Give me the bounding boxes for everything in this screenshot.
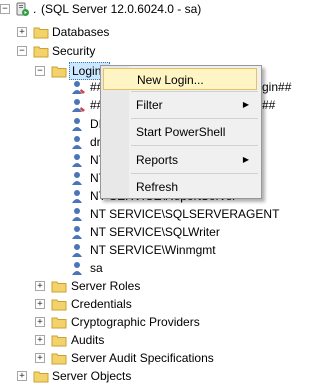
user-icon	[72, 118, 82, 131]
menu-item-label: Refresh	[136, 180, 179, 194]
menu-item-start-powershell[interactable]: Start PowerShell	[103, 121, 257, 143]
user-icon	[72, 208, 82, 221]
menu-item-reports[interactable]: Reports ▶	[103, 149, 257, 171]
tree-node-server-objects[interactable]: + Server Objects	[0, 367, 307, 385]
user-icon	[72, 81, 85, 94]
expand-toggle-icon[interactable]: +	[35, 353, 45, 363]
user-icon	[72, 99, 85, 112]
login-label: NT SERVICE\SQLWriter	[90, 225, 220, 239]
credentials-label: Credentials	[71, 297, 132, 311]
server-audit-specifications-label: Server Audit Specifications	[71, 351, 214, 365]
menu-item-label: Reports	[136, 153, 179, 167]
collapse-toggle-icon[interactable]: −	[0, 4, 10, 14]
login-label: sa	[90, 261, 103, 275]
menu-separator	[131, 118, 258, 119]
folder-icon	[51, 299, 67, 311]
submenu-arrow-icon: ▶	[242, 100, 249, 109]
folder-icon	[33, 371, 49, 383]
menu-item-new-login[interactable]: New Login...	[103, 68, 257, 90]
user-icon	[72, 136, 82, 149]
menu-item-label: Start PowerShell	[136, 125, 226, 139]
user-icon	[72, 154, 82, 167]
login-item[interactable]: NT SERVICE\Winmgmt	[0, 241, 307, 259]
menu-separator	[131, 91, 258, 92]
folder-icon	[51, 317, 67, 329]
login-item[interactable]: NT SERVICE\SQLWriter	[0, 223, 307, 241]
user-icon	[72, 226, 82, 239]
expand-toggle-icon[interactable]: +	[35, 335, 45, 345]
collapse-toggle-icon[interactable]: −	[35, 66, 45, 76]
folder-icon	[33, 27, 49, 39]
cryptographic-providers-label: Cryptographic Providers	[71, 315, 200, 329]
login-item[interactable]: NT SERVICE\SQLSERVERAGENT	[0, 205, 307, 223]
tree-node-credentials[interactable]: + Credentials	[0, 295, 307, 313]
login-label: NT SERVICE\SQLSERVERAGENT	[90, 207, 280, 221]
menu-item-refresh[interactable]: Refresh	[103, 176, 257, 198]
menu-item-label: Filter	[136, 98, 163, 112]
databases-label: Databases	[52, 25, 110, 39]
expand-toggle-icon[interactable]: +	[35, 317, 45, 327]
server-icon	[16, 2, 29, 16]
login-label-tail: ##	[262, 98, 276, 112]
audits-label: Audits	[71, 333, 105, 347]
expand-toggle-icon[interactable]: +	[17, 27, 27, 37]
user-icon	[72, 244, 82, 257]
security-label: Security	[52, 44, 96, 58]
tree-node-audits[interactable]: + Audits	[0, 331, 307, 349]
tree-node-server-audit-specifications[interactable]: + Server Audit Specifications	[0, 349, 307, 367]
server-objects-label: Server Objects	[52, 369, 132, 383]
tree-node-server-roles[interactable]: + Server Roles	[0, 277, 307, 295]
collapse-toggle-icon[interactable]: −	[17, 46, 27, 56]
menu-separator	[131, 173, 258, 174]
folder-icon	[51, 281, 67, 293]
menu-item-filter[interactable]: Filter ▶	[103, 94, 257, 116]
tree-node-cryptographic-providers[interactable]: + Cryptographic Providers	[0, 313, 307, 331]
folder-icon	[51, 353, 67, 365]
folder-open-icon	[33, 46, 49, 58]
login-label: NT SERVICE\Winmgmt	[90, 243, 216, 257]
login-label-tail: gin##	[262, 80, 292, 94]
submenu-arrow-icon: ▶	[242, 155, 249, 164]
folder-icon	[51, 335, 67, 347]
server-label: (SQL Server 12.0.6024.0 - sa)	[41, 2, 202, 16]
menu-item-label: New Login...	[137, 73, 204, 87]
server-prefix: .	[33, 2, 37, 16]
tree-node-security[interactable]: − Security	[0, 42, 307, 60]
expand-toggle-icon[interactable]: +	[35, 281, 45, 291]
folder-open-icon	[51, 66, 67, 78]
server-roles-label: Server Roles	[71, 279, 141, 293]
user-icon	[72, 190, 82, 203]
tree-node-databases[interactable]: + Databases	[0, 23, 307, 41]
login-item[interactable]: sa	[0, 259, 307, 277]
user-icon	[72, 172, 82, 185]
tree-node-server[interactable]: − . (SQL Server 12.0.6024.0 - sa)	[0, 0, 307, 18]
user-icon	[72, 262, 82, 275]
context-menu: New Login... Filter ▶ Start PowerShell R…	[100, 65, 262, 199]
menu-separator	[131, 145, 258, 146]
expand-toggle-icon[interactable]: +	[17, 371, 27, 381]
expand-toggle-icon[interactable]: +	[35, 299, 45, 309]
